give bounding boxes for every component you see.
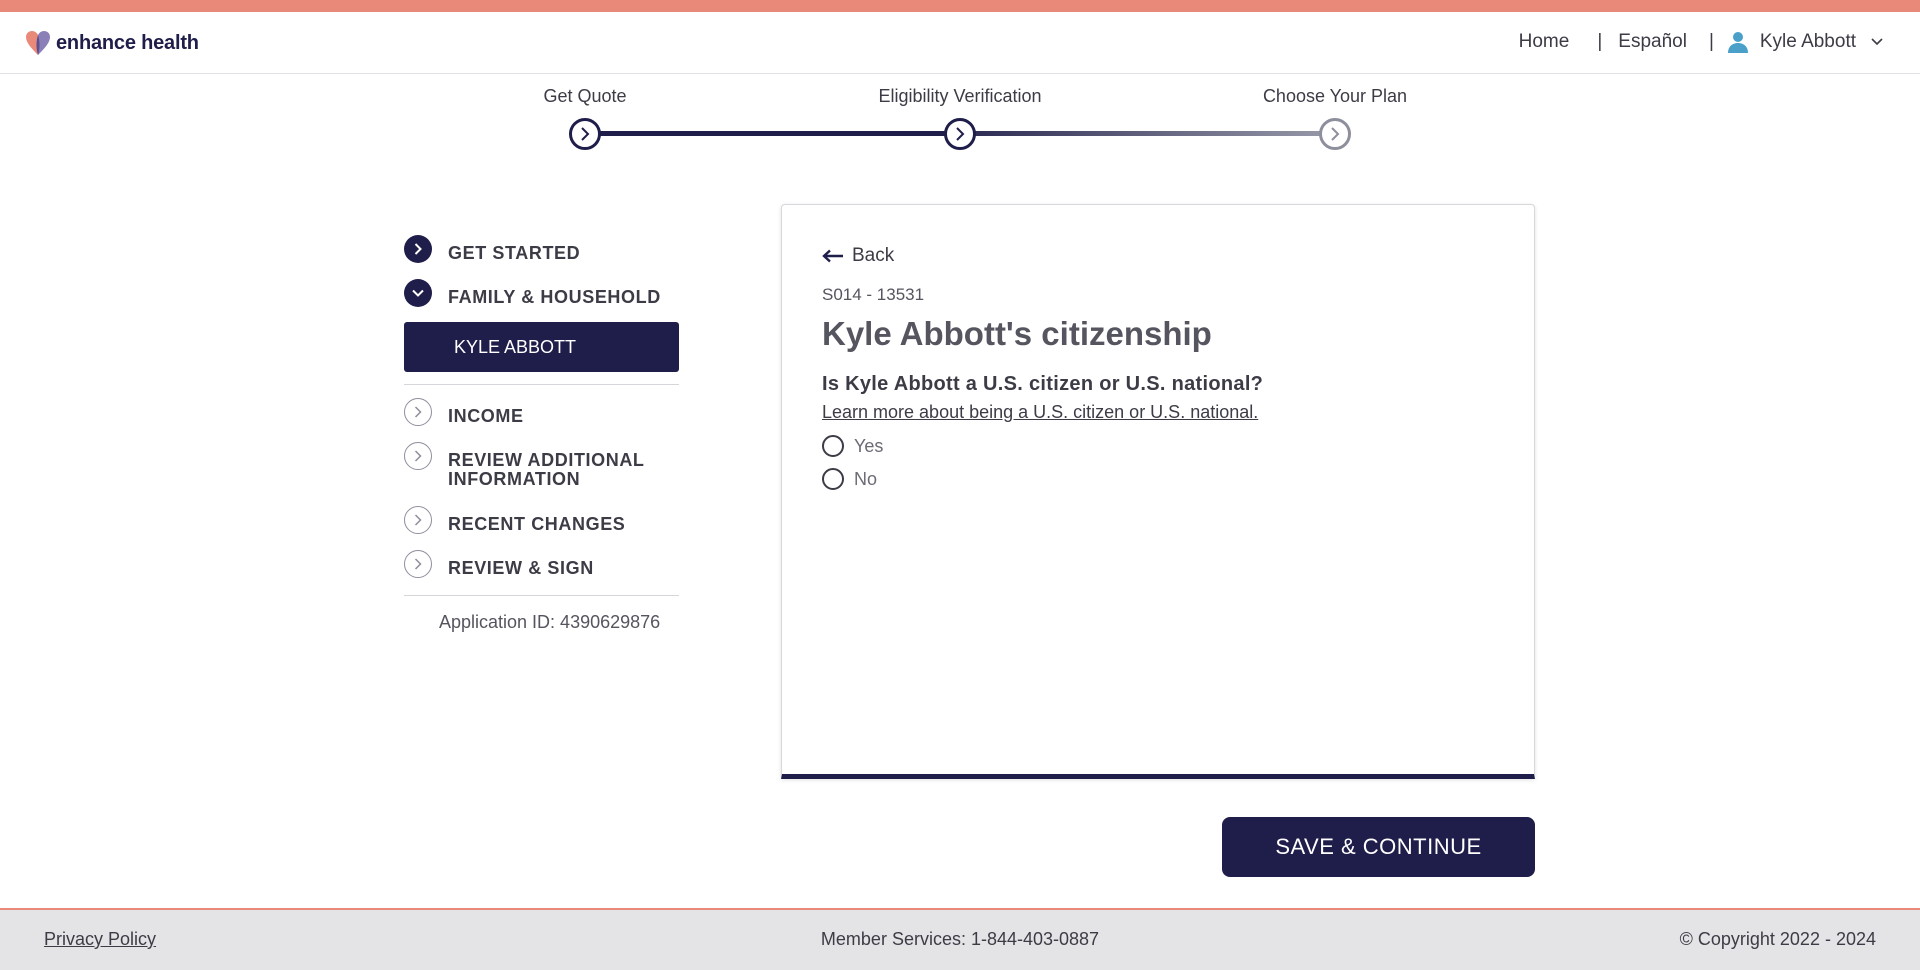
nav-separator: | xyxy=(1597,31,1603,52)
sidebar-item-income[interactable]: INCOME xyxy=(404,395,694,439)
back-link[interactable]: Back xyxy=(822,245,894,267)
sidebar-item-label: GET STARTED xyxy=(448,243,581,263)
option-no[interactable]: No xyxy=(822,468,877,490)
chevron-right-icon xyxy=(581,127,590,141)
tracker-line-upcoming xyxy=(975,131,1320,136)
progress-tracker: Get Quote Eligibility Verification Choos… xyxy=(0,74,1920,164)
sidebar-item-label: REVIEW ADDITIONAL INFORMATION xyxy=(448,450,645,489)
tracker-node-upcoming xyxy=(1319,118,1351,150)
option-yes[interactable]: Yes xyxy=(822,435,883,457)
sidebar-item-label: FAMILY & HOUSEHOLD xyxy=(448,287,661,307)
tracker-line-complete xyxy=(600,131,945,136)
sidebar-item-family-household[interactable]: FAMILY & HOUSEHOLD xyxy=(404,276,694,320)
tracker-node-current xyxy=(944,118,976,150)
radio-yes[interactable] xyxy=(822,435,844,457)
tracker-step-label: Eligibility Verification xyxy=(878,86,1042,106)
radio-label-no: No xyxy=(854,468,878,489)
brand-logo[interactable]: enhance health xyxy=(24,29,199,57)
top-nav: Home | Español | Kyle Abbott xyxy=(1519,30,1884,54)
site-header: enhance health Home | Español | Kyle Abb… xyxy=(0,12,1920,74)
page-title: Kyle Abbott's citizenship xyxy=(822,315,1212,352)
sidebar-item-recent-changes[interactable]: RECENT CHANGES xyxy=(404,503,694,547)
sidebar-item-review-sign[interactable]: REVIEW & SIGN xyxy=(404,547,694,591)
chevron-right-icon xyxy=(956,127,965,141)
chevron-right-icon xyxy=(404,235,432,263)
nav-home-link[interactable]: Home xyxy=(1519,31,1570,53)
sidebar-subitem-kyle-abbott[interactable]: KYLE ABBOTT xyxy=(404,322,679,372)
copyright: © Copyright 2022 - 2024 xyxy=(1679,929,1876,949)
member-services: Member Services: 1-844-403-0887 xyxy=(820,929,1100,949)
chevron-down-icon[interactable] xyxy=(1870,35,1884,49)
radio-no[interactable] xyxy=(822,468,844,490)
brand-name: enhance health xyxy=(56,31,199,54)
application-id: Application ID: 4390629876 xyxy=(439,612,661,632)
user-menu-name[interactable]: Kyle Abbott xyxy=(1760,31,1856,53)
sidebar-item-review-additional-information[interactable]: REVIEW ADDITIONAL INFORMATION xyxy=(404,439,694,503)
section-sidebar: GET STARTED FAMILY & HOUSEHOLD KYLE ABBO… xyxy=(404,232,694,633)
citizenship-question: Is Kyle Abbott a U.S. citizen or U.S. na… xyxy=(822,373,1264,395)
radio-label-yes: Yes xyxy=(854,435,884,456)
arrow-left-icon xyxy=(822,249,843,263)
chevron-right-icon xyxy=(404,550,432,578)
sidebar-divider xyxy=(404,595,679,596)
sidebar-item-label: REVIEW & SIGN xyxy=(448,558,594,578)
chevron-right-icon xyxy=(404,442,432,470)
chevron-down-icon xyxy=(404,279,432,307)
heart-logo-icon xyxy=(26,31,50,55)
site-footer: Privacy Policy Member Services: 1-844-40… xyxy=(0,908,1920,970)
nav-language-link[interactable]: Español xyxy=(1618,31,1687,53)
tracker-step-label: Choose Your Plan xyxy=(1262,86,1408,106)
chevron-right-icon xyxy=(404,398,432,426)
top-accent-stripe xyxy=(0,0,1920,12)
question-code: S014 - 13531 xyxy=(822,285,925,304)
user-icon xyxy=(1727,32,1748,53)
nav-separator: | xyxy=(1708,31,1714,52)
sidebar-item-get-started[interactable]: GET STARTED xyxy=(404,232,694,276)
save-continue-button[interactable]: SAVE & CONTINUE xyxy=(1222,817,1535,877)
question-card: Back S014 - 13531 Kyle Abbott's citizens… xyxy=(781,204,1535,779)
back-label: Back xyxy=(852,245,895,266)
tracker-step-label: Get Quote xyxy=(543,86,627,106)
chevron-right-icon xyxy=(404,506,432,534)
sidebar-item-label: INCOME xyxy=(448,406,524,426)
tracker-node-complete xyxy=(569,118,601,150)
learn-more-link[interactable]: Learn more about being a U.S. citizen or… xyxy=(822,402,1258,423)
chevron-right-icon xyxy=(1331,127,1340,141)
sidebar-item-label: RECENT CHANGES xyxy=(448,514,626,534)
sidebar-divider xyxy=(404,384,679,385)
